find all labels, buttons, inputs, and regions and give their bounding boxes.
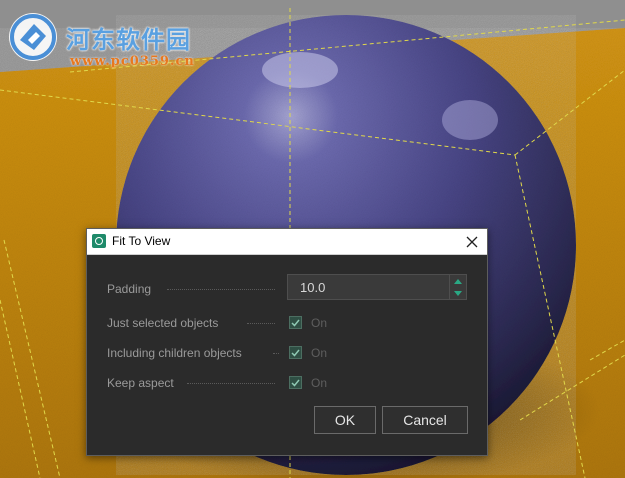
leader-dots bbox=[247, 323, 275, 324]
just-selected-checkbox[interactable] bbox=[289, 316, 302, 329]
app-icon bbox=[92, 234, 106, 248]
chevron-up-icon bbox=[454, 278, 462, 284]
leader-dots bbox=[273, 353, 279, 354]
leader-dots bbox=[167, 289, 275, 290]
dialog-title: Fit To View bbox=[112, 234, 171, 248]
leader-dots bbox=[187, 383, 275, 384]
including-children-label: Including children objects bbox=[107, 346, 242, 360]
keep-aspect-checkbox[interactable] bbox=[289, 376, 302, 389]
keep-aspect-label: Keep aspect bbox=[107, 376, 174, 390]
fit-to-view-dialog: Fit To View Padding 10.0 Just selected o… bbox=[86, 228, 488, 456]
close-button[interactable] bbox=[457, 229, 487, 254]
padding-spinbox[interactable]: 10.0 bbox=[287, 274, 467, 300]
checkmark-icon bbox=[291, 319, 300, 327]
checkmark-icon bbox=[291, 379, 300, 387]
just-selected-label: Just selected objects bbox=[107, 316, 219, 330]
padding-value: 10.0 bbox=[300, 280, 326, 295]
watermark-logo-icon bbox=[9, 13, 57, 61]
watermark-title: 河东软件园 bbox=[66, 25, 191, 54]
dialog-titlebar[interactable]: Fit To View bbox=[87, 229, 487, 255]
including-children-checkbox[interactable] bbox=[289, 346, 302, 359]
including-children-state: On bbox=[311, 346, 328, 360]
cancel-button[interactable]: Cancel bbox=[382, 406, 468, 434]
padding-label: Padding bbox=[107, 282, 152, 296]
spin-arrows bbox=[449, 275, 466, 299]
spin-down-button[interactable] bbox=[450, 287, 466, 299]
watermark-url: www.pc0359.cn bbox=[70, 54, 195, 69]
watermark: 河东软件园 www.pc0359.cn bbox=[6, 10, 216, 70]
chevron-down-icon bbox=[454, 290, 462, 296]
ok-button[interactable]: OK bbox=[314, 406, 376, 434]
keep-aspect-state: On bbox=[311, 376, 328, 390]
checkmark-icon bbox=[291, 349, 300, 357]
spin-up-button[interactable] bbox=[450, 275, 466, 287]
just-selected-state: On bbox=[311, 316, 328, 330]
close-icon bbox=[466, 236, 478, 247]
